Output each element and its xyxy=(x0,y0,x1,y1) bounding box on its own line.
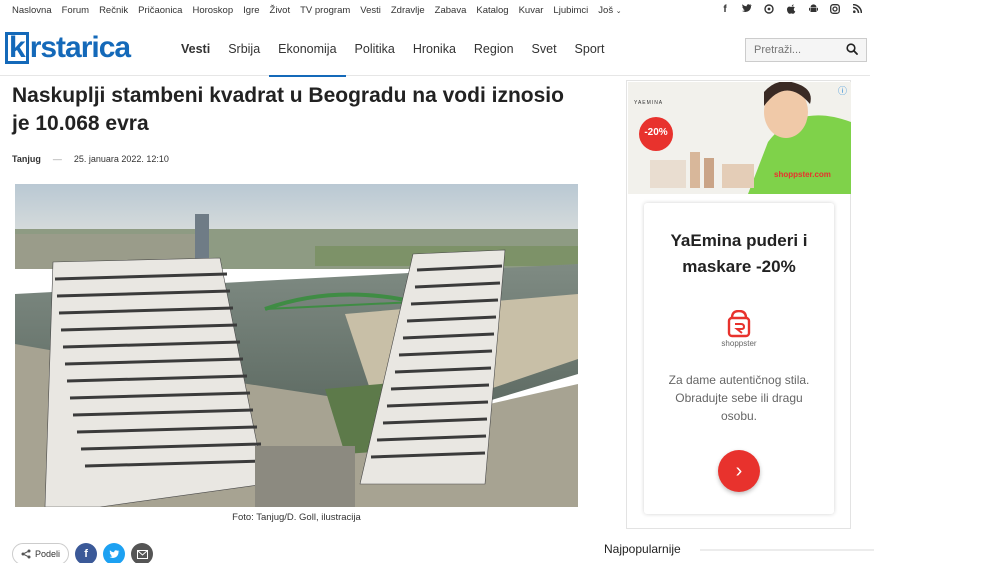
instagram-icon[interactable] xyxy=(830,4,840,17)
top-nav-jos-label: Još xyxy=(598,5,614,16)
top-nav-vesti[interactable]: Vesti xyxy=(360,5,381,16)
nav-ekonomija[interactable]: Ekonomija xyxy=(269,22,346,77)
rss-icon[interactable] xyxy=(852,3,862,17)
top-nav-horoskop[interactable]: Horoskop xyxy=(192,5,233,16)
site-logo[interactable]: k rstarica xyxy=(5,31,131,65)
share-icon xyxy=(21,549,31,559)
twitter-share-icon[interactable] xyxy=(103,543,126,563)
share-label: Podeli xyxy=(35,549,61,559)
search-box xyxy=(745,38,867,62)
logo-k: k xyxy=(5,32,29,64)
nav-srbija[interactable]: Srbija xyxy=(219,22,269,76)
top-nav-naslovna[interactable]: Naslovna xyxy=(12,5,52,16)
top-nav-katalog[interactable]: Katalog xyxy=(476,5,508,16)
top-nav-igre[interactable]: Igre xyxy=(243,5,259,16)
top-nav-kuvar[interactable]: Kuvar xyxy=(519,5,544,16)
android-icon[interactable] xyxy=(808,4,818,17)
main-nav: Vesti Srbija Ekonomija Politika Hronika … xyxy=(172,22,614,77)
top-nav-jos[interactable]: Još ⌄ xyxy=(598,5,621,16)
search-icon[interactable] xyxy=(846,43,858,55)
article-title: Naskuplji stambeni kvadrat u Beogradu na… xyxy=(12,84,564,135)
top-strip: Naslovna Forum Rečnik Pričaonica Horosko… xyxy=(0,0,870,22)
article-date: 25. januara 2022. 12:10 xyxy=(73,154,169,164)
share-button[interactable]: Podeli xyxy=(12,543,70,563)
ad-discount-badge: -20% xyxy=(644,127,668,138)
facebook-icon[interactable]: f xyxy=(720,4,730,17)
top-nav-ljubimci[interactable]: Ljubimci xyxy=(553,5,588,16)
search-input[interactable] xyxy=(746,39,842,61)
mail-share-icon[interactable] xyxy=(131,543,154,563)
ad-brand: shoppster xyxy=(721,339,757,348)
main-header: k rstarica Vesti Srbija Ekonomija Politik… xyxy=(0,22,870,77)
chevron-down-icon: ⌄ xyxy=(615,8,622,15)
top-nav-zivot[interactable]: Život xyxy=(270,5,291,16)
nav-sport[interactable]: Sport xyxy=(566,22,614,76)
social-links: f xyxy=(720,3,862,17)
facebook-share-icon[interactable]: f xyxy=(75,543,98,563)
belgrade-waterfront-image xyxy=(15,184,578,507)
top-nav-pricaonica[interactable]: Pričaonica xyxy=(138,5,182,16)
nav-svet[interactable]: Svet xyxy=(523,22,566,76)
article-meta: Tanjug — 25. januara 2022. 12:10 xyxy=(12,154,169,164)
nav-region[interactable]: Region xyxy=(465,22,523,76)
ad-cta-button[interactable]: › xyxy=(718,450,760,492)
shoppster-bag-icon xyxy=(727,310,751,338)
top-nav: Naslovna Forum Rečnik Pričaonica Horosko… xyxy=(12,5,632,16)
nav-hronika[interactable]: Hronika xyxy=(404,22,465,76)
ad-unit[interactable]: YAEMINA -20% shoppster.com ⓘ YaEmina pud… xyxy=(626,80,851,529)
meta-separator: — xyxy=(52,154,62,164)
popular-divider xyxy=(700,549,874,551)
nav-vesti[interactable]: Vesti xyxy=(172,22,219,76)
top-nav-tv-program[interactable]: TV program xyxy=(300,5,350,16)
article-author[interactable]: Tanjug xyxy=(12,154,41,164)
ad-title: YaEmina puderi i maskare -20% xyxy=(670,231,808,276)
top-nav-zdravlje[interactable]: Zdravlje xyxy=(391,5,425,16)
ad-banner-brand: YAEMINA xyxy=(634,100,664,106)
viber-icon[interactable] xyxy=(764,4,774,17)
ad-banner-image[interactable]: YAEMINA -20% shoppster.com ⓘ xyxy=(628,82,851,194)
nav-politika[interactable]: Politika xyxy=(346,22,404,76)
article-photo[interactable] xyxy=(15,184,578,507)
ad-info-icon[interactable]: ⓘ xyxy=(838,84,847,97)
popular-heading: Najpopularnije xyxy=(604,542,681,556)
top-nav-zabava[interactable]: Zabava xyxy=(435,5,467,16)
photo-caption: Foto: Tanjug/D. Goll, ilustracija xyxy=(232,512,361,523)
share-bar: Podeli f xyxy=(12,543,154,563)
ad-body: Za dame autentičnog stila. Obradujte seb… xyxy=(668,373,810,423)
apple-icon[interactable] xyxy=(786,4,796,17)
top-nav-forum[interactable]: Forum xyxy=(62,5,89,16)
ad-card[interactable]: YaEmina puderi i maskare -20% shoppster … xyxy=(644,203,834,514)
logo-text: rstarica xyxy=(29,31,131,64)
top-nav-recnik[interactable]: Rečnik xyxy=(99,5,128,16)
ad-banner-site: shoppster.com xyxy=(774,170,831,179)
twitter-icon[interactable] xyxy=(742,4,752,17)
